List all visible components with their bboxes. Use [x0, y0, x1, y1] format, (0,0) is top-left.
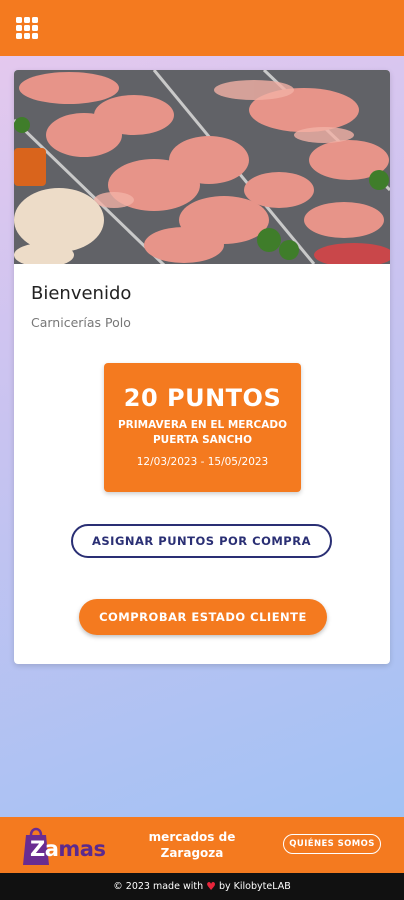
promo-title: PRIMAVERA EN EL MERCADO PUERTA SANCHO	[117, 419, 288, 446]
promo-points: 20 PUNTOS	[123, 384, 282, 412]
heart-icon: ♥	[206, 880, 216, 893]
quienes-somos-button[interactable]: QUIÉNES SOMOS	[283, 834, 381, 854]
zamas-logo[interactable]: Zamas	[30, 837, 106, 861]
promo-dates: 12/03/2023 - 15/05/2023	[136, 456, 269, 468]
footer-tagline: mercados de Zaragoza	[148, 830, 236, 860]
welcome-card: Bienvenido Carnicerías Polo 20 PUNTOS PR…	[14, 70, 390, 664]
store-name: Carnicerías Polo	[31, 315, 131, 330]
promo-card: 20 PUNTOS PRIMAVERA EN EL MERCADO PUERTA…	[104, 363, 301, 492]
welcome-title: Bienvenido	[31, 283, 132, 304]
credits-suffix: by KilobyteLAB	[218, 881, 291, 892]
assign-points-button[interactable]: ASIGNAR PUNTOS POR COMPRA	[71, 524, 332, 558]
top-app-bar	[0, 0, 404, 56]
footer-bar: Zamas mercados de Zaragoza QUIÉNES SOMOS	[0, 817, 404, 873]
credits-prefix: © 2023 made with	[113, 881, 204, 892]
credits-bar: © 2023 made with ♥ by KilobyteLAB	[0, 873, 404, 900]
meat-display-image	[14, 70, 390, 264]
apps-grid-icon[interactable]	[16, 17, 38, 39]
check-customer-button[interactable]: COMPROBAR ESTADO CLIENTE	[79, 599, 327, 635]
